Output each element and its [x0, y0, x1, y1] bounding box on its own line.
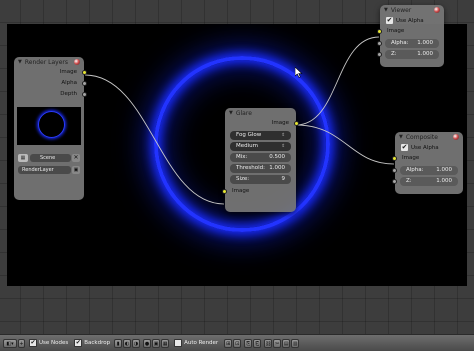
input-socket-image[interactable] — [392, 156, 397, 161]
z-field[interactable]: Z: 1.000 — [392, 177, 458, 186]
input-socket-alpha[interactable] — [377, 41, 382, 46]
node-editor-header: ◧▾ + ✔ Use Nodes ✔ Backdrop ▮ ◐ ◑ ● ▣ ▦ Au… — [0, 334, 474, 351]
dropdown-arrow-icon: ⇕ — [281, 144, 285, 149]
texture-nodes-icon[interactable]: ▦ — [161, 338, 170, 348]
output-socket-image[interactable] — [82, 70, 87, 75]
preview-sphere-icon[interactable] — [434, 7, 440, 13]
view-icon[interactable]: ▥ — [291, 338, 300, 348]
input-socket-z[interactable] — [377, 52, 382, 57]
output-socket-image[interactable] — [294, 121, 299, 126]
collapse-triangle-icon[interactable]: ▼ — [229, 110, 233, 116]
collapse-triangle-icon[interactable]: ▼ — [384, 7, 388, 13]
scene-clear-icon[interactable]: ✕ — [72, 153, 80, 162]
node-header[interactable]: ▼ Viewer — [380, 5, 444, 15]
menu-collapse-icon[interactable]: + — [18, 338, 25, 348]
mix-field[interactable]: Mix: 0.500 — [230, 153, 291, 162]
collapse-triangle-icon[interactable]: ▼ — [18, 59, 22, 65]
input-socket-z[interactable] — [392, 179, 397, 184]
copy-icon[interactable]: ⎘ — [244, 338, 253, 348]
node-title: Composite — [405, 133, 438, 141]
compositing-nodes-icon[interactable]: ▣ — [152, 338, 161, 348]
node-header[interactable]: ▼ Glare — [225, 108, 296, 118]
input-socket-image[interactable] — [377, 29, 382, 34]
auto-render-checkbox[interactable]: Auto Render — [174, 339, 218, 347]
output-depth: Depth — [14, 89, 87, 100]
alpha-field[interactable]: Alpha: 1.000 — [377, 39, 439, 48]
composite-node[interactable]: ▼ Composite ✔ Use Alpha Image Alpha: 1.000… — [392, 132, 463, 194]
snap-element-icon[interactable]: ⊡ — [233, 338, 242, 348]
output-alpha: Alpha — [14, 78, 87, 89]
scene-selector[interactable]: ▦ Scene ✕ — [18, 153, 80, 162]
layer-selector[interactable]: RenderLayer ▣ — [18, 165, 80, 174]
checkbox-empty[interactable] — [174, 339, 183, 347]
glare-type-dropdown[interactable]: Fog Glow ⇕ — [230, 131, 291, 140]
render-preview — [17, 107, 81, 145]
render-layer-icon[interactable]: ▣ — [72, 165, 80, 174]
node-title: Glare — [235, 109, 252, 117]
node-header[interactable]: ▼ Composite — [395, 132, 463, 142]
color-alpha-icon[interactable]: ◐ — [123, 338, 132, 348]
scene-field[interactable]: Scene — [30, 153, 71, 162]
snap-icon[interactable]: ⊞ — [224, 338, 233, 348]
preview-sphere-icon[interactable] — [453, 134, 459, 140]
collapse-triangle-icon[interactable]: ▼ — [399, 134, 403, 140]
backdrop-checkbox[interactable]: ✔ Backdrop — [74, 339, 110, 347]
layer-field[interactable]: RenderLayer — [18, 165, 71, 174]
input-socket-image[interactable] — [222, 189, 227, 194]
output-socket-depth[interactable] — [82, 92, 87, 97]
checkmark-icon[interactable]: ✔ — [386, 17, 393, 24]
unlink-icon[interactable]: ✂ — [273, 338, 282, 348]
mouse-cursor-icon — [295, 67, 303, 78]
node-title: Viewer — [390, 6, 412, 14]
use-alpha-checkbox[interactable]: ✔ Use Alpha — [395, 142, 463, 153]
render-layers-node[interactable]: ▼ Render Layers Image Alpha Depth ▦ Scen… — [14, 57, 87, 200]
input-image: Image — [392, 153, 463, 164]
dropdown-arrow-icon: ⇕ — [281, 133, 285, 138]
node-editor[interactable]: ▼ Render Layers Image Alpha Depth ▦ Scen… — [0, 0, 474, 334]
use-nodes-checkbox[interactable]: ✔ Use Nodes — [29, 339, 68, 347]
output-image: Image — [14, 67, 87, 78]
input-image: Image — [377, 26, 444, 37]
paste-icon[interactable]: ⎗ — [253, 338, 262, 348]
glare-node[interactable]: ▼ Glare Image Fog Glow ⇕ Medium ⇕ Mix: 0.50… — [222, 108, 299, 212]
node-title: Render Layers — [24, 58, 68, 66]
checkmark-icon[interactable]: ✔ — [74, 339, 83, 347]
output-socket-alpha[interactable] — [82, 81, 87, 86]
output-image: Image — [225, 118, 299, 129]
alpha-channel-icon[interactable]: ◑ — [132, 338, 141, 348]
z-field[interactable]: Z: 1.000 — [377, 50, 439, 59]
input-image: Image — [222, 186, 296, 197]
editor-type-icon[interactable]: ◧▾ — [3, 338, 17, 348]
shader-nodes-icon[interactable]: ● — [143, 338, 152, 348]
color-channel-icon[interactable]: ▮ — [114, 338, 123, 348]
threshold-field[interactable]: Threshold: 1.000 — [230, 164, 291, 173]
quality-dropdown[interactable]: Medium ⇕ — [230, 142, 291, 151]
viewer-node[interactable]: ▼ Viewer ✔ Use Alpha Image Alpha: 1.000 Z:… — [377, 5, 444, 67]
use-alpha-checkbox[interactable]: ✔ Use Alpha — [380, 15, 444, 26]
input-socket-alpha[interactable] — [392, 168, 397, 173]
preview-ring — [38, 111, 65, 138]
grid-icon[interactable]: ▤ — [282, 338, 291, 348]
preview-sphere-icon[interactable] — [74, 59, 80, 65]
node-header[interactable]: ▼ Render Layers — [14, 57, 84, 67]
checkmark-icon[interactable]: ✔ — [29, 339, 37, 347]
alpha-field[interactable]: Alpha: 1.000 — [392, 166, 458, 175]
link-icon[interactable]: ⛓ — [264, 338, 273, 348]
checkmark-icon[interactable]: ✔ — [401, 144, 408, 151]
size-field[interactable]: Size: 9 — [230, 175, 291, 184]
scene-icon: ▦ — [18, 153, 28, 162]
